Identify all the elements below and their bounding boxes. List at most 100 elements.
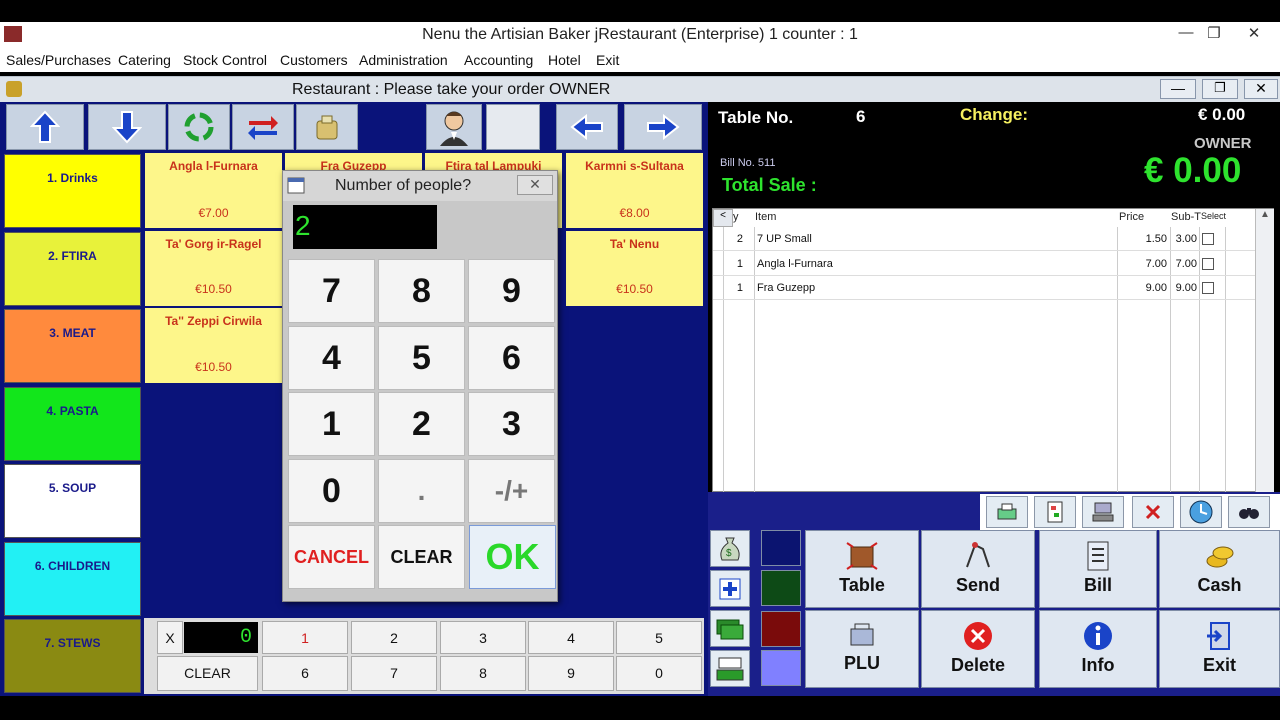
exit-button[interactable]: Exit [1159, 610, 1280, 688]
dialog-key-3[interactable]: 3 [468, 392, 555, 456]
grid-tool-network-button[interactable] [1082, 496, 1124, 528]
transfer-button[interactable] [232, 104, 294, 150]
menu-customers[interactable]: Customers [280, 52, 348, 68]
dialog-key-dot[interactable]: . [378, 458, 465, 523]
sub-close-icon[interactable]: ✕ [1244, 79, 1278, 99]
restore-icon[interactable]: ❐ [1202, 24, 1226, 44]
category-6[interactable]: 6. CHILDREN [4, 541, 141, 616]
scroll-up-button[interactable] [6, 104, 84, 150]
order-row[interactable]: 2 7 UP Small 1.50 3.00 [713, 227, 1255, 251]
category-3[interactable]: 3. MEAT [4, 309, 141, 383]
arrow-down-icon [112, 111, 142, 144]
cash-register-button[interactable] [710, 650, 750, 687]
sub-minimize-icon[interactable]: — [1160, 79, 1196, 99]
dialog-key-sign[interactable]: -/+ [468, 458, 555, 523]
scroll-up-icon[interactable]: ▲ [1256, 209, 1274, 220]
menu-exit[interactable]: Exit [596, 52, 619, 68]
grid-scroll-left-button[interactable]: < [713, 209, 733, 227]
dialog-key-6[interactable]: 6 [468, 325, 555, 390]
wallet-button[interactable] [296, 104, 358, 150]
qty-key-3[interactable]: 3 [440, 621, 526, 654]
grid-tool-clock-button[interactable] [1180, 496, 1222, 528]
qty-key-4[interactable]: 4 [528, 621, 614, 654]
send-button[interactable]: Send [921, 530, 1035, 608]
dialog-key-9[interactable]: 9 [468, 259, 555, 323]
info-button[interactable]: Info [1039, 610, 1157, 688]
bill-button[interactable]: Bill [1039, 530, 1157, 608]
menu-stock-control[interactable]: Stock Control [183, 52, 267, 68]
color-swatch-green[interactable] [761, 570, 801, 606]
qty-key-8[interactable]: 8 [440, 656, 526, 691]
dialog-close-icon[interactable]: ✕ [517, 175, 553, 195]
row-select-checkbox[interactable] [1202, 257, 1214, 270]
menu-catering[interactable]: Catering [118, 52, 171, 68]
quantity-clear-button[interactable]: CLEAR [157, 656, 258, 691]
item-karmni-s-sultana[interactable]: Karmni s-Sultana €8.00 [566, 153, 703, 228]
item-name: Karmni s-Sultana [585, 159, 684, 173]
coins-icon [1206, 546, 1233, 568]
dialog-key-2[interactable]: 2 [378, 392, 465, 456]
item-angla-l-furnara[interactable]: Angla l-Furnara €7.00 [145, 153, 282, 228]
color-swatch-blue[interactable] [761, 530, 801, 566]
cash-notes-button[interactable] [710, 610, 750, 647]
grid-scrollbar[interactable]: ▲ [1255, 209, 1274, 493]
qty-key-7[interactable]: 7 [351, 656, 437, 691]
waiter-button[interactable] [426, 104, 482, 150]
item-ta-nenu[interactable]: Ta' Nenu €10.50 [566, 231, 703, 306]
grid-tool-search-button[interactable] [1228, 496, 1270, 528]
plu-button[interactable]: PLU [805, 610, 919, 688]
qty-key-9[interactable]: 9 [528, 656, 614, 691]
menu-hotel[interactable]: Hotel [548, 52, 581, 68]
next-page-button[interactable] [624, 104, 702, 150]
qty-key-5[interactable]: 5 [616, 621, 702, 654]
delete-button[interactable]: Delete [921, 610, 1035, 688]
scroll-down-button[interactable] [88, 104, 166, 150]
dialog-key-7[interactable]: 7 [288, 259, 375, 323]
table-button[interactable]: Table [805, 530, 919, 608]
recycle-button[interactable] [168, 104, 230, 150]
item-ta-zeppi-cirwila[interactable]: Ta'' Zeppi Cirwila €10.50 [145, 308, 282, 383]
waiter-field[interactable] [486, 104, 540, 150]
color-swatch-red[interactable] [761, 611, 801, 647]
dialog-key-0[interactable]: 0 [288, 458, 375, 523]
bill-icon [1087, 541, 1109, 571]
add-customer-button[interactable] [710, 570, 750, 607]
close-icon[interactable]: ✕ [1242, 24, 1266, 44]
grid-tool-delete-button[interactable] [1132, 496, 1174, 528]
cash-button[interactable]: Cash [1159, 530, 1280, 608]
subwindow-title: Restaurant : Please take your order OWNE… [292, 81, 611, 98]
menu-sales-purchases[interactable]: Sales/Purchases [6, 52, 111, 68]
sub-restore-icon[interactable]: ❐ [1202, 79, 1238, 99]
money-bag-button[interactable]: $ [710, 530, 750, 567]
qty-key-6[interactable]: 6 [262, 656, 348, 691]
dialog-ok-button[interactable]: OK [469, 525, 556, 589]
category-7[interactable]: 7. STEWS [4, 619, 141, 693]
arrow-right-icon [647, 114, 680, 140]
previous-page-button[interactable] [556, 104, 618, 150]
category-4[interactable]: 4. PASTA [4, 386, 141, 461]
printer-icon [997, 503, 1017, 520]
category-2[interactable]: 2. FTIRA [4, 231, 141, 306]
dialog-key-1[interactable]: 1 [288, 392, 375, 456]
qty-key-0[interactable]: 0 [616, 656, 702, 691]
color-swatch-lavender[interactable] [761, 650, 801, 686]
dialog-key-4[interactable]: 4 [288, 325, 375, 390]
menu-administration[interactable]: Administration [359, 52, 448, 68]
qty-key-1[interactable]: 1 [262, 621, 348, 654]
dialog-cancel-button[interactable]: CANCEL [288, 525, 375, 589]
qty-key-2[interactable]: 2 [351, 621, 437, 654]
category-1[interactable]: 1. Drinks [4, 154, 141, 228]
row-select-checkbox[interactable] [1202, 233, 1214, 245]
dialog-clear-button[interactable]: CLEAR [378, 525, 465, 589]
item-ta-gorg-ir-ragel[interactable]: Ta' Gorg ir-Ragel €10.50 [145, 231, 282, 306]
dialog-key-5[interactable]: 5 [378, 325, 465, 390]
order-row[interactable]: 1 Fra Guzepp 9.00 9.00 [713, 276, 1255, 300]
dialog-key-8[interactable]: 8 [378, 259, 465, 323]
grid-tool-print-button[interactable] [986, 496, 1028, 528]
grid-tool-tree-button[interactable] [1034, 496, 1076, 528]
category-5[interactable]: 5. SOUP [4, 464, 141, 538]
menu-accounting[interactable]: Accounting [464, 52, 533, 68]
order-row[interactable]: 1 Angla l-Furnara 7.00 7.00 [713, 252, 1255, 276]
minimize-icon[interactable]: — [1174, 24, 1198, 44]
row-select-checkbox[interactable] [1202, 282, 1214, 294]
